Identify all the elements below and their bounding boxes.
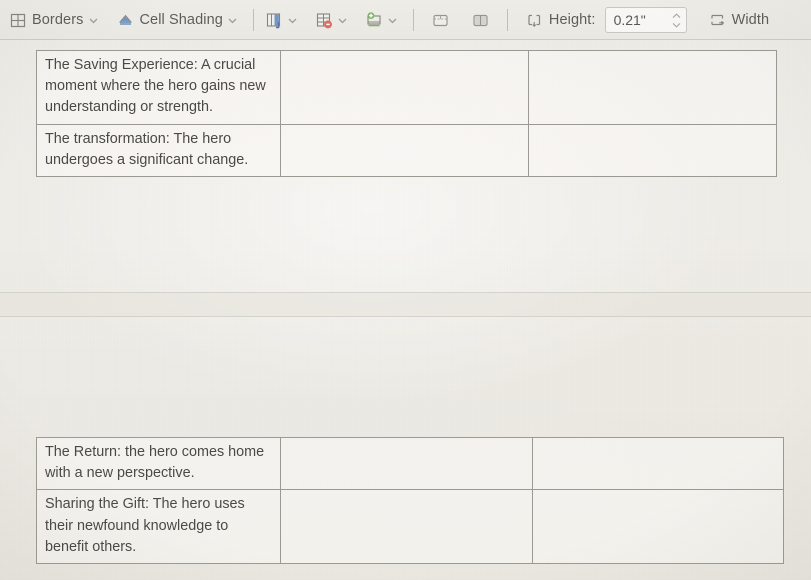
row-height-value: 0.21" bbox=[613, 12, 646, 28]
row-height-spinner[interactable] bbox=[672, 12, 681, 28]
insert-cells-button[interactable] bbox=[361, 5, 403, 35]
borders-button[interactable]: Borders bbox=[4, 5, 103, 35]
spinner-down-icon[interactable] bbox=[672, 22, 681, 28]
insert-cells-icon bbox=[364, 9, 386, 31]
borders-icon bbox=[7, 9, 29, 31]
split-cells-button[interactable] bbox=[467, 5, 495, 35]
page-break-gap bbox=[0, 293, 811, 316]
table-cell-empty[interactable] bbox=[532, 489, 784, 564]
chevron-down-icon[interactable] bbox=[226, 10, 240, 30]
row-height-control: Height: 0.21" bbox=[521, 5, 690, 35]
width-label: Width bbox=[731, 12, 770, 28]
split-cells-icon bbox=[470, 9, 492, 31]
table-row[interactable]: The Return: the hero comes home with a n… bbox=[36, 436, 784, 491]
height-label: Height: bbox=[548, 12, 596, 28]
column-width-control: Width bbox=[704, 5, 776, 35]
cell-shading-button[interactable]: Cell Shading bbox=[111, 5, 242, 35]
table-cell-empty[interactable] bbox=[280, 123, 529, 177]
merge-cells-button[interactable] bbox=[427, 5, 455, 35]
page-break-rule-bottom bbox=[0, 316, 811, 317]
row-height-icon bbox=[524, 9, 546, 31]
table-cell-empty[interactable] bbox=[528, 123, 777, 177]
toolbar-separator bbox=[252, 9, 254, 31]
table-cell-text[interactable]: The Return: the hero comes home with a n… bbox=[36, 436, 281, 491]
table-row[interactable]: The Saving Experience: A crucial moment … bbox=[36, 50, 777, 125]
insert-column-icon bbox=[264, 9, 286, 31]
table-cell-text[interactable]: The transformation: The hero undergoes a… bbox=[36, 123, 281, 177]
chevron-down-icon[interactable] bbox=[86, 10, 100, 30]
delete-rows-button[interactable] bbox=[311, 5, 353, 35]
page-break-rule-top bbox=[0, 292, 811, 293]
delete-row-icon bbox=[314, 9, 336, 31]
table-row[interactable]: Sharing the Gift: The hero uses their ne… bbox=[36, 489, 784, 564]
borders-label: Borders bbox=[32, 12, 84, 28]
document-table-2[interactable]: The Return: the hero comes home with a n… bbox=[36, 436, 784, 564]
column-width-icon bbox=[707, 9, 729, 31]
insert-column-button[interactable] bbox=[261, 5, 303, 35]
toolbar-separator bbox=[412, 9, 414, 31]
chevron-down-icon[interactable] bbox=[336, 10, 350, 30]
document-table-1[interactable]: The Saving Experience: A crucial moment … bbox=[36, 50, 777, 177]
table-cell-empty[interactable] bbox=[528, 50, 777, 125]
toolbar-separator bbox=[506, 9, 508, 31]
table-cell-empty[interactable] bbox=[280, 50, 529, 125]
table-cell-empty[interactable] bbox=[280, 489, 533, 564]
chevron-down-icon[interactable] bbox=[286, 10, 300, 30]
table-tools-toolbar: Borders Cell Shading Height: 0.21" Width bbox=[0, 0, 811, 40]
row-height-input[interactable]: 0.21" bbox=[604, 7, 687, 33]
merge-cells-icon bbox=[430, 9, 452, 31]
chevron-down-icon[interactable] bbox=[386, 10, 400, 30]
cell-shading-label: Cell Shading bbox=[139, 12, 223, 28]
spinner-up-icon[interactable] bbox=[672, 12, 681, 19]
table-cell-empty[interactable] bbox=[532, 436, 784, 491]
paint-bucket-icon bbox=[114, 9, 136, 31]
table-cell-empty[interactable] bbox=[280, 436, 533, 491]
table-row[interactable]: The transformation: The hero undergoes a… bbox=[36, 123, 777, 177]
table-cell-text[interactable]: The Saving Experience: A crucial moment … bbox=[36, 50, 281, 125]
table-cell-text[interactable]: Sharing the Gift: The hero uses their ne… bbox=[36, 489, 281, 564]
